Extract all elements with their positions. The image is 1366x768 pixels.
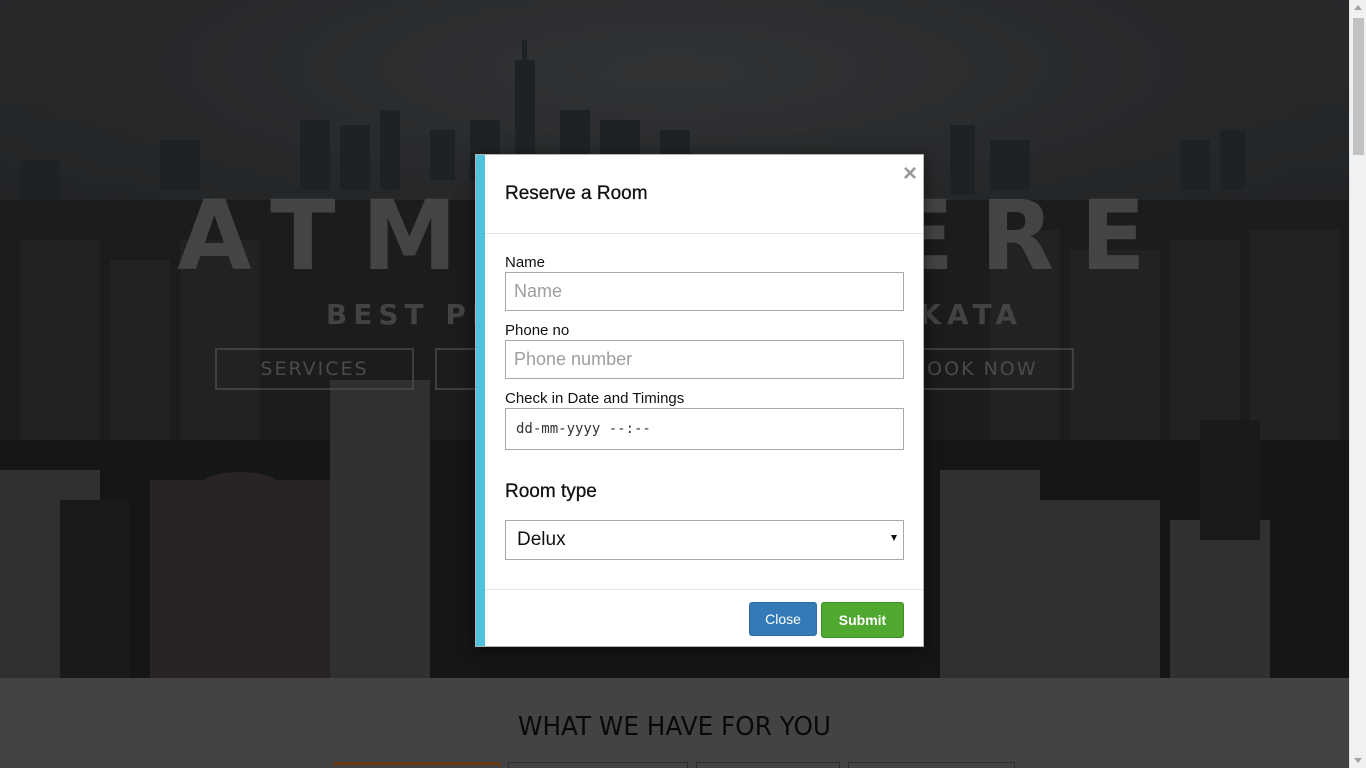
phone-label: Phone no <box>505 322 570 339</box>
scrollbar-thumb[interactable] <box>1353 18 1364 155</box>
dropdown-arrow-icon <box>891 535 897 541</box>
checkin-label: Check in Date and Timings <box>505 390 685 407</box>
reserve-room-modal: Reserve a Room × Name Phone no Check in … <box>475 154 924 647</box>
room-type-select[interactable]: Delux <box>505 520 904 560</box>
scroll-down-arrow-icon[interactable] <box>1354 758 1362 763</box>
checkin-datetime-value: dd-mm-yyyy --:-- <box>516 421 651 437</box>
modal-footer: Close Submit <box>485 589 923 646</box>
submit-button[interactable]: Submit <box>821 602 904 638</box>
scroll-up-arrow-icon[interactable] <box>1354 5 1362 10</box>
modal-accent-bar <box>476 155 485 646</box>
close-button[interactable]: Close <box>749 602 817 636</box>
modal-header: Reserve a Room × <box>485 155 923 234</box>
phone-input[interactable] <box>505 340 904 379</box>
page-scrollbar[interactable] <box>1349 0 1366 768</box>
close-icon[interactable]: × <box>903 161 917 187</box>
modal-title: Reserve a Room <box>505 183 648 204</box>
checkin-datetime-input[interactable]: dd-mm-yyyy --:-- <box>505 408 904 450</box>
room-type-selected-value: Delux <box>517 529 566 550</box>
name-input[interactable] <box>505 272 904 311</box>
room-type-label: Room type <box>505 481 597 502</box>
name-label: Name <box>505 254 546 271</box>
